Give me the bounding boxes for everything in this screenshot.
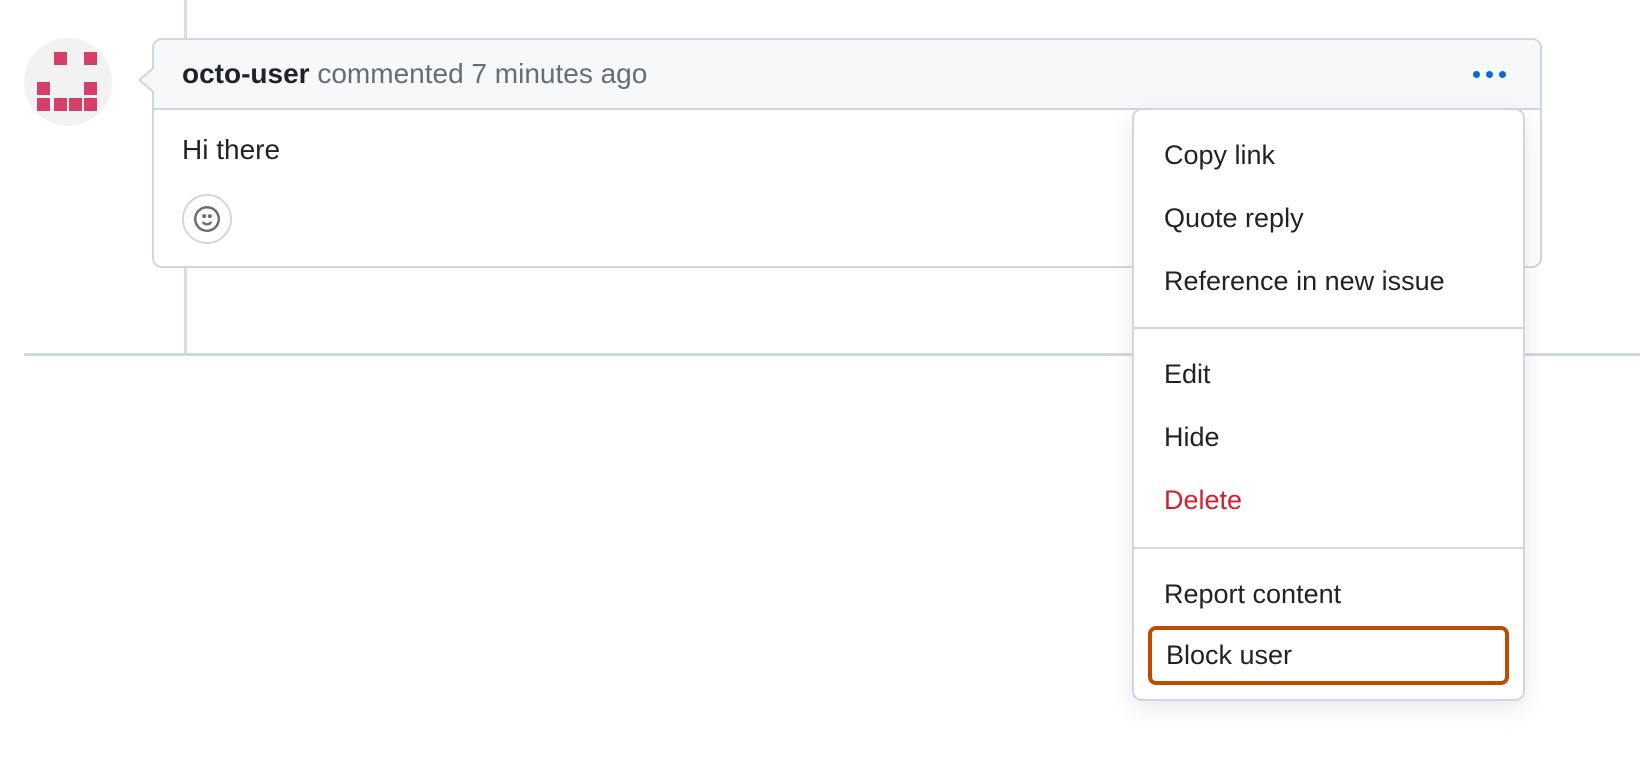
menu-item-delete[interactable]: Delete: [1134, 469, 1523, 532]
menu-item-edit[interactable]: Edit: [1134, 343, 1523, 406]
kebab-icon: [1499, 71, 1506, 78]
comment-header: octo-user commented 7 minutes ago: [154, 40, 1540, 110]
kebab-icon: [1486, 71, 1493, 78]
menu-item-block-user[interactable]: Block user: [1148, 626, 1509, 685]
comment-timestamp[interactable]: 7 minutes ago: [471, 58, 647, 89]
add-reaction-button[interactable]: [182, 194, 232, 244]
comment-header-text: octo-user commented 7 minutes ago: [182, 58, 647, 90]
kebab-icon: [1473, 71, 1480, 78]
menu-item-quote-reply[interactable]: Quote reply: [1134, 187, 1523, 250]
comment-action: commented: [317, 58, 463, 89]
identicon: [24, 38, 112, 126]
menu-item-reference-new-issue[interactable]: Reference in new issue: [1134, 250, 1523, 313]
menu-item-report-content[interactable]: Report content: [1134, 563, 1523, 626]
menu-item-hide[interactable]: Hide: [1134, 406, 1523, 469]
menu-divider: [1134, 327, 1523, 329]
comment-author[interactable]: octo-user: [182, 58, 310, 89]
comment-actions-menu: Copy link Quote reply Reference in new i…: [1132, 108, 1525, 701]
menu-divider: [1134, 547, 1523, 549]
avatar[interactable]: [24, 38, 112, 126]
kebab-menu-button[interactable]: [1467, 65, 1512, 84]
smiley-icon: [194, 206, 220, 232]
menu-item-copy-link[interactable]: Copy link: [1134, 124, 1523, 187]
